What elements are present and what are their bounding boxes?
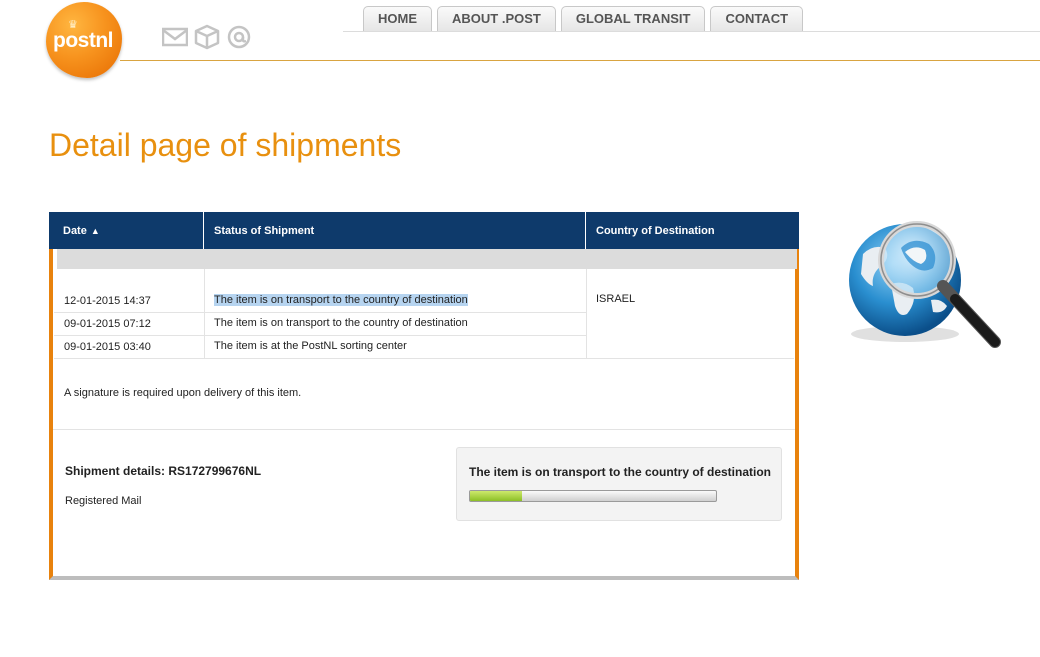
nav-underline [343,31,1040,32]
column-header-status: Status of Shipment [204,212,586,249]
at-sign-icon[interactable] [226,24,252,50]
destination-country: ISRAEL [596,293,636,305]
table-header: Date ▲ Status of Shipment Country of Dest… [49,212,799,249]
progress-fill [470,491,522,501]
row-divider [54,358,794,359]
row-divider [54,335,586,336]
shipment-panel: Date ▲ Status of Shipment Country of Dest… [49,212,799,580]
section-divider [53,429,795,430]
row-date: 12-01-2015 14:37 [64,295,151,307]
table-body: 12-01-2015 14:37 The item is on transpor… [49,249,799,580]
row-divider [54,312,586,313]
sort-ascending-icon[interactable]: ▲ [91,212,100,250]
signature-note: A signature is required upon delivery of… [64,387,302,399]
column-header-date[interactable]: Date ▲ [49,212,204,249]
header-divider [120,60,1040,61]
globe-search-icon [843,214,1009,354]
shipment-type: Registered Mail [65,495,142,507]
nav-home[interactable]: HOME [363,6,432,31]
postnl-logo[interactable]: ♛ postnl [46,2,122,78]
row-status: The item is at the PostNL sorting center [214,340,407,352]
main-nav: HOME ABOUT .POST GLOBAL TRANSIT CONTACT [363,6,804,31]
progress-bar [469,490,717,502]
progress-card: The item is on transport to the country … [456,447,782,521]
parcel-icon[interactable] [194,24,220,50]
row-status-selected: The item is on transport to the country … [214,294,468,306]
row-date: 09-01-2015 03:40 [64,341,151,353]
row-status: The item is on transport to the country … [214,317,468,329]
page-title: Detail page of shipments [49,127,402,163]
shipment-details: Shipment details: RS172799676NL [65,464,262,478]
column-divider [586,269,587,358]
row-date: 09-01-2015 07:12 [64,318,151,330]
table-spacer-bar [57,249,797,269]
column-divider [204,269,205,358]
logo-wordmark: postnl [53,29,114,52]
nav-contact[interactable]: CONTACT [710,6,804,31]
nav-about-post[interactable]: ABOUT .POST [437,6,556,31]
service-icons [162,24,252,50]
mail-icon[interactable] [162,24,188,50]
progress-label: The item is on transport to the country … [469,465,772,479]
date-header-label: Date [63,225,87,237]
nav-global-transit[interactable]: GLOBAL TRANSIT [560,6,706,31]
column-header-country: Country of Destination [596,225,715,237]
